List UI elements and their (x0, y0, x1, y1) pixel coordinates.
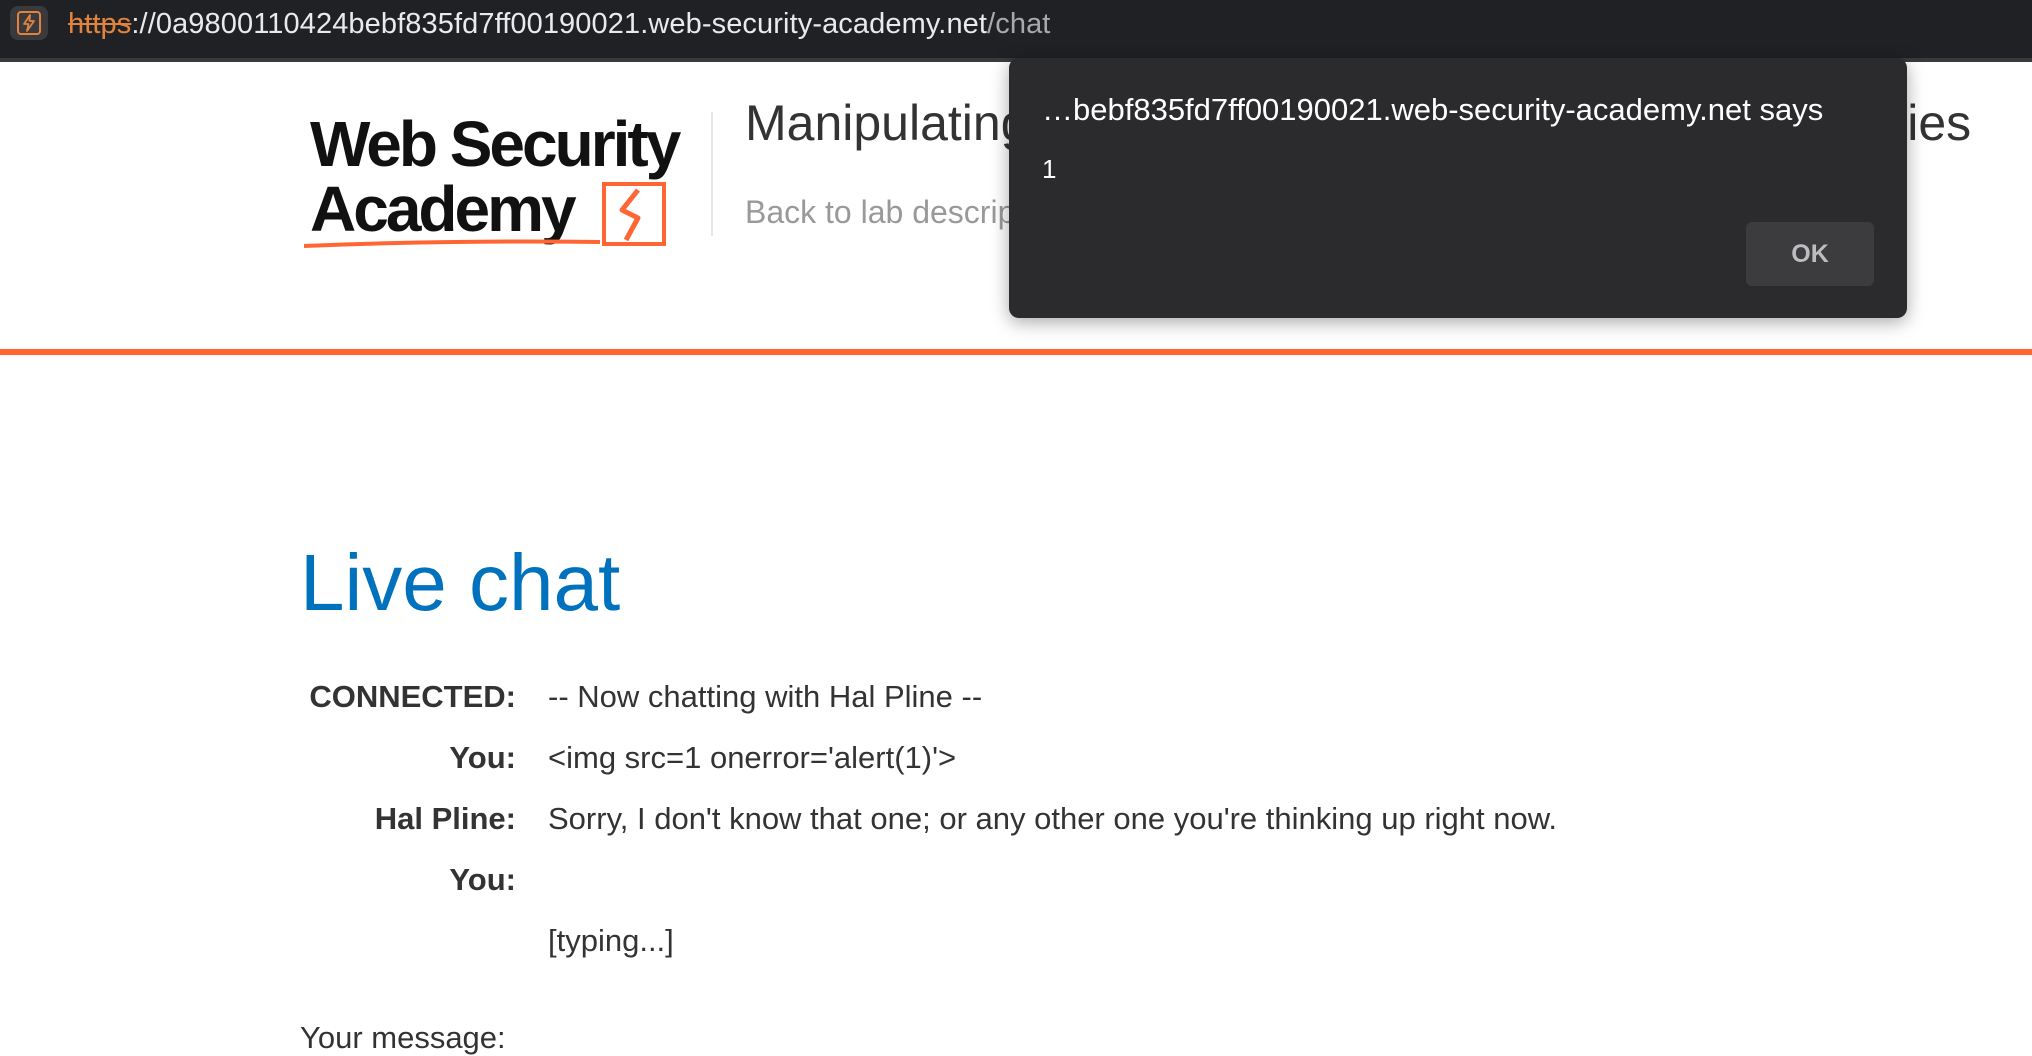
chat-text: [typing...] (548, 923, 674, 958)
chat-message: Hal Pline: Sorry, I don't know that one;… (0, 801, 2032, 845)
logo-line2: Academy (310, 173, 577, 245)
url-path: /chat (987, 8, 1051, 40)
your-message-label: Your message: (300, 1020, 506, 1055)
url-host: ://0a9800110424bebf835fd7ff00190021.web-… (131, 8, 988, 40)
page-title: Live chat (300, 538, 621, 627)
url-text[interactable]: https://0a9800110424bebf835fd7ff00190021… (68, 8, 1050, 41)
chat-typing-indicator: [typing...] (0, 923, 2032, 967)
dialog-message: 1 (1042, 154, 1057, 184)
chat-sender: CONNECTED: (309, 679, 516, 714)
back-to-lab-description-link[interactable]: Back to lab descrip (745, 194, 1015, 231)
chat-text: <img src=1 onerror='alert(1)'> (548, 740, 957, 775)
chat-sender: You: (449, 862, 516, 897)
alert-dialog: …bebf835fd7ff00190021.web-security-acade… (1009, 58, 1907, 318)
chat-sender: Hal Pline: (374, 801, 516, 836)
dialog-title: …bebf835fd7ff00190021.web-security-acade… (1042, 92, 1824, 127)
header-rule (0, 349, 2032, 355)
bolt-icon[interactable] (10, 6, 48, 40)
logo-line1: Web Security (310, 108, 682, 180)
url-scheme: https (68, 8, 132, 40)
chat-text: -- Now chatting with Hal Pline -- (548, 679, 983, 714)
header-divider (711, 112, 713, 236)
browser-address-bar[interactable]: https://0a9800110424bebf835fd7ff00190021… (0, 0, 2032, 62)
chat-text: Sorry, I don't know that one; or any oth… (548, 801, 1558, 836)
ok-button[interactable]: OK (1746, 222, 1874, 286)
chat-message: You: <img src=1 onerror='alert(1)'> (0, 740, 2032, 784)
web-security-academy-logo[interactable]: Web Security Academy (300, 106, 710, 256)
lab-title: Manipulating (745, 95, 1029, 151)
logo-bolt-icon (619, 188, 641, 242)
chat-message: You: (0, 862, 2032, 906)
chat-sender: You: (449, 740, 516, 775)
chat-message: CONNECTED: -- Now chatting with Hal Plin… (0, 679, 2032, 723)
